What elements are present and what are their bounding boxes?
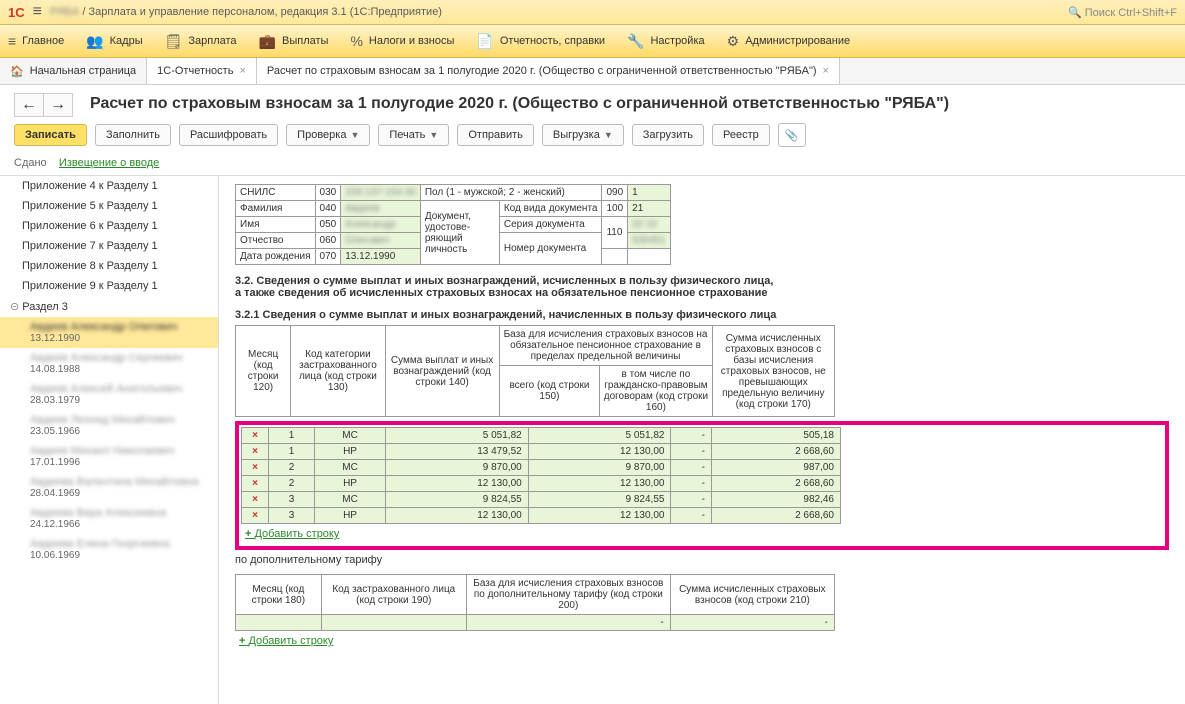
add-row-link-2[interactable]: Добавить строку xyxy=(235,631,1169,651)
nav-back-button[interactable]: ← xyxy=(14,93,44,117)
status-text: Сдано xyxy=(14,157,47,169)
send-button[interactable]: Отправить xyxy=(457,124,534,146)
employee-item[interactable]: Авдеев Александр Сергеевич14.08.1988 xyxy=(0,348,218,379)
page-title: ← → Расчет по страховым взносам за 1 пол… xyxy=(0,85,1185,119)
app-logo: 1С xyxy=(8,5,25,20)
delete-row-icon[interactable]: × xyxy=(242,460,269,476)
sidebar-item[interactable]: Приложение 4 к Разделу 1 xyxy=(0,176,218,196)
employee-item[interactable]: Авдеева Елена Георгиевна10.06.1969 xyxy=(0,534,218,565)
content-area: СНИЛС030156-137-154 00 Пол (1 - мужской;… xyxy=(219,176,1185,704)
menu-label: Налоги и взносы xyxy=(369,35,455,47)
menu-label: Настройка xyxy=(650,35,704,47)
fill-button[interactable]: Заполнить xyxy=(95,124,171,146)
sidebar-item[interactable]: Приложение 5 к Разделу 1 xyxy=(0,196,218,216)
employee-item[interactable]: Авдеев Алексей Анатольевич28.03.1979 xyxy=(0,379,218,410)
tab-home[interactable]: 🏠 Начальная страница xyxy=(0,58,147,84)
sidebar-section3[interactable]: Раздел 3 xyxy=(0,296,218,317)
sidebar: Приложение 4 к Разделу 1Приложение 5 к Р… xyxy=(0,176,219,704)
table-row[interactable]: ×2НР12 130,0012 130,00-2 668,60 xyxy=(242,476,841,492)
menu-icon: 👥 xyxy=(86,33,103,50)
attach-icon[interactable]: 📎 xyxy=(778,123,806,147)
menu-Зарплата[interactable]: 🗒 Зарплата xyxy=(165,33,237,50)
employee-item[interactable]: Авдеева Валентина Михайловна28.04.1969 xyxy=(0,472,218,503)
add-row-link[interactable]: Добавить строку xyxy=(241,524,1163,544)
employee-item[interactable]: Авдеев Михаил Николаевич17.01.1996 xyxy=(0,441,218,472)
tab-rsv[interactable]: Расчет по страховым взносам за 1 полугод… xyxy=(257,58,840,84)
menu-label: Зарплата xyxy=(188,35,236,47)
menu-icon: 💼 xyxy=(259,33,276,50)
payments-table-header: Месяц (код строки 120) Код категории зас… xyxy=(235,325,835,417)
payments-table: ×1МС5 051,825 051,82-505,18×1НР13 479,52… xyxy=(241,427,841,524)
menu-Главное[interactable]: ≡ Главное xyxy=(8,33,64,49)
section-3-2-heading: 3.2. Сведения о сумме выплат и иных возн… xyxy=(235,275,1169,299)
delete-row-icon[interactable]: × xyxy=(242,444,269,460)
notice-link[interactable]: Извещение о вводе xyxy=(59,157,159,169)
sidebar-item[interactable]: Приложение 6 к Разделу 1 xyxy=(0,216,218,236)
menu-label: Выплаты xyxy=(282,35,328,47)
export-button[interactable]: Выгрузка▼ xyxy=(542,124,624,146)
table-row[interactable]: ×2МС9 870,009 870,00-987,00 xyxy=(242,460,841,476)
table-row[interactable]: ×1МС5 051,825 051,82-505,18 xyxy=(242,428,841,444)
section-3-2-2-sub: по дополнительному тарифу xyxy=(235,554,1169,566)
menu-Администрирование[interactable]: ⚙ Администрирование xyxy=(727,33,850,50)
menu-icon: 🔧 xyxy=(627,33,644,50)
table-row[interactable]: ×3НР12 130,0012 130,00-2 668,60 xyxy=(242,508,841,524)
employee-item[interactable]: Авдеев Александр Олегович13.12.1990 xyxy=(0,317,218,348)
tab-1c-report[interactable]: 1С-Отчетность× xyxy=(147,58,257,84)
employee-item[interactable]: Авдеев Леонид Михайлович23.05.1966 xyxy=(0,410,218,441)
write-button[interactable]: Записать xyxy=(14,124,87,146)
menu-icon: % xyxy=(350,33,362,49)
highlighted-data-block: ×1МС5 051,825 051,82-505,18×1НР13 479,52… xyxy=(235,421,1169,550)
person-info-table: СНИЛС030156-137-154 00 Пол (1 - мужской;… xyxy=(235,184,671,265)
menu-icon: 📄 xyxy=(476,33,493,50)
menu-label: Администрирование xyxy=(745,35,850,47)
sidebar-item[interactable]: Приложение 8 к Разделу 1 xyxy=(0,256,218,276)
app-title: РЯБА / Зарплата и управление персоналом,… xyxy=(50,6,442,18)
menu-icon: 🗒 xyxy=(165,33,183,50)
delete-row-icon[interactable]: × xyxy=(242,508,269,524)
delete-row-icon[interactable]: × xyxy=(242,476,269,492)
search-field[interactable]: 🔍 Поиск Ctrl+Shift+F xyxy=(1068,6,1177,19)
menu-Налоги и взносы[interactable]: % Налоги и взносы xyxy=(350,33,454,49)
hamburger-icon[interactable]: ≡ xyxy=(33,3,42,21)
menu-label: Отчетность, справки xyxy=(500,35,605,47)
menu-Отчетность, справки[interactable]: 📄 Отчетность, справки xyxy=(476,33,605,50)
close-icon[interactable]: × xyxy=(239,65,245,77)
menu-label: Кадры xyxy=(110,35,143,47)
menu-Настройка[interactable]: 🔧 Настройка xyxy=(627,33,705,50)
sidebar-item[interactable]: Приложение 7 к Разделу 1 xyxy=(0,236,218,256)
sidebar-item[interactable]: Приложение 9 к Разделу 1 xyxy=(0,276,218,296)
registry-button[interactable]: Реестр xyxy=(712,124,770,146)
delete-row-icon[interactable]: × xyxy=(242,492,269,508)
decode-button[interactable]: Расшифровать xyxy=(179,124,278,146)
delete-row-icon[interactable]: × xyxy=(242,428,269,444)
main-menu: ≡ Главное 👥 Кадры 🗒 Зарплата 💼 Выплаты% Налоги и… xyxy=(0,25,1185,58)
menu-icon: ≡ xyxy=(8,33,16,49)
employee-item[interactable]: Авдеева Вера Алексеевна24.12.1966 xyxy=(0,503,218,534)
import-button[interactable]: Загрузить xyxy=(632,124,704,146)
menu-Кадры[interactable]: 👥 Кадры xyxy=(86,33,142,50)
nav-fwd-button[interactable]: → xyxy=(44,93,73,117)
menu-icon: ⚙ xyxy=(727,33,740,50)
table-row[interactable]: ×3МС9 824,559 824,55-982,46 xyxy=(242,492,841,508)
check-button[interactable]: Проверка▼ xyxy=(286,124,370,146)
menu-Выплаты[interactable]: 💼 Выплаты xyxy=(259,33,329,50)
close-icon[interactable]: × xyxy=(823,65,829,77)
print-button[interactable]: Печать▼ xyxy=(378,124,449,146)
section-3-2-1-heading: 3.2.1 Сведения о сумме выплат и иных воз… xyxy=(235,309,1169,321)
extra-tariff-table: Месяц (код строки 180) Код застрахованно… xyxy=(235,574,835,631)
table-row[interactable]: ×1НР13 479,5212 130,00-2 668,60 xyxy=(242,444,841,460)
menu-label: Главное xyxy=(22,35,64,47)
